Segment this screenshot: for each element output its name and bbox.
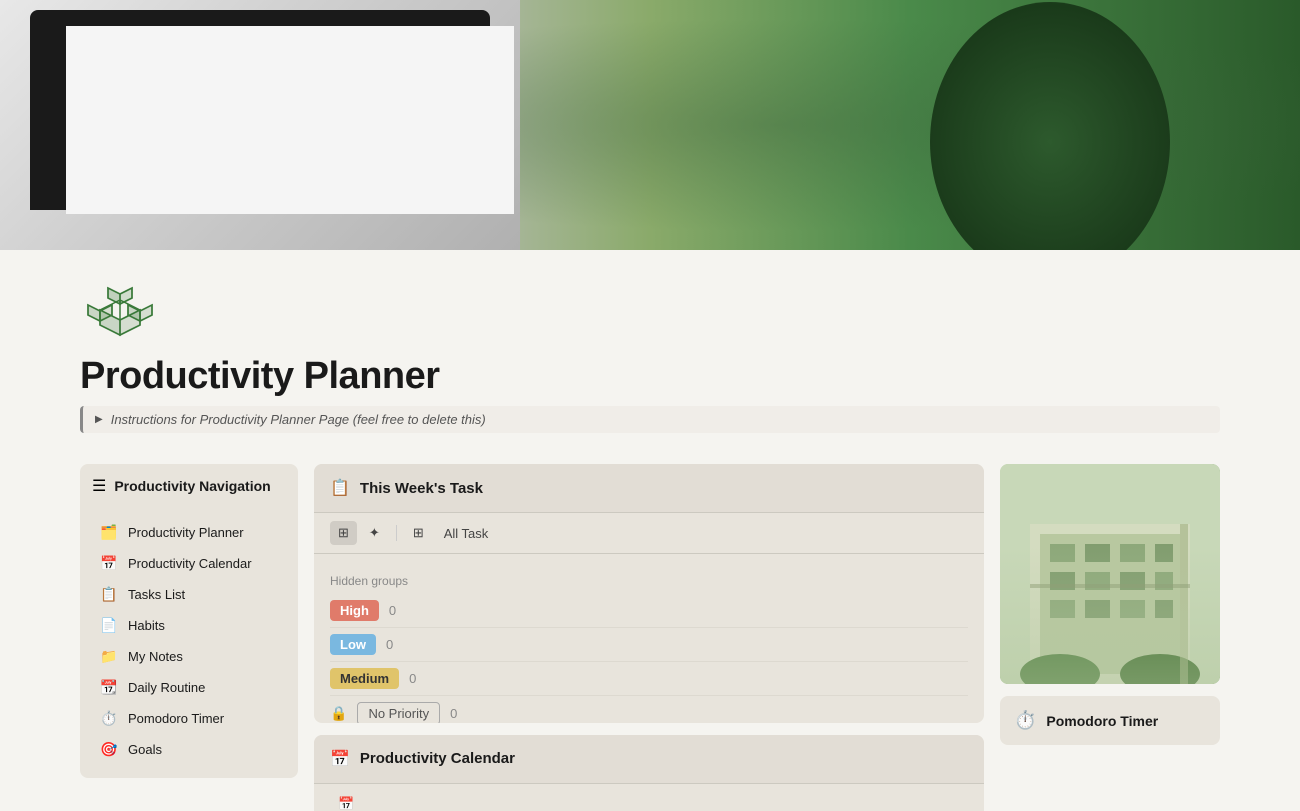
page-title: Productivity Planner — [80, 355, 1220, 398]
pomodoro-icon: ⏱️ — [100, 710, 118, 727]
calendar-toolbar: 📅 — [314, 784, 984, 811]
tasks-widget: 📋 This Week's Task ⊞ ✦ ⊞ All Task Hidden… — [314, 464, 984, 723]
priority-group-nopriority: 🔒 No Priority 0 — [330, 696, 968, 723]
tasks-widget-title: This Week's Task — [360, 480, 483, 497]
collapse-icon: ▶ — [95, 414, 103, 425]
calendar-widget-icon: 📅 — [330, 749, 350, 769]
tasks-icon: 📋 — [100, 586, 118, 603]
building-svg — [1000, 464, 1220, 684]
nav-header: ☰ Productivity Navigation — [92, 476, 286, 504]
instructions-bar[interactable]: ▶ Instructions for Productivity Planner … — [80, 406, 1220, 433]
calendar-widget: 📅 Productivity Calendar 📅 ‹ Today › Marc… — [314, 735, 984, 811]
hero-plant — [900, 0, 1200, 250]
nopriority-count: 0 — [450, 706, 457, 721]
sidebar-item-label: My Notes — [128, 649, 183, 664]
planner-icon: 🗂️ — [100, 524, 118, 541]
task-toolbar: ⊞ ✦ ⊞ All Task — [314, 513, 984, 554]
sidebar-item-label: Productivity Calendar — [128, 556, 252, 571]
laptop-screen — [30, 10, 490, 210]
lock-icon: 🔒 — [330, 705, 347, 722]
title-section: Productivity Planner ▶ Instructions for … — [0, 250, 1300, 448]
low-count: 0 — [386, 637, 393, 652]
tasks-widget-body: Hidden groups High 0 Low 0 Medium 0 — [314, 554, 984, 723]
grid-view-button[interactable]: ⊞ — [405, 521, 432, 545]
all-task-button[interactable]: All Task — [436, 522, 497, 545]
tasks-widget-header: 📋 This Week's Task — [314, 464, 984, 513]
logo-icon — [80, 270, 160, 350]
building-photo — [1000, 464, 1220, 684]
goals-icon: 🎯 — [100, 741, 118, 758]
instructions-text: Instructions for Productivity Planner Pa… — [111, 412, 486, 427]
pomodoro-mini-card[interactable]: ⏱️ Pomodoro Timer — [1000, 696, 1220, 745]
calendar-widget-title: Productivity Calendar — [360, 750, 515, 767]
sidebar-item-notes[interactable]: 📁 My Notes — [92, 642, 286, 671]
sidebar-item-goals[interactable]: 🎯 Goals — [92, 735, 286, 764]
sidebar-item-daily[interactable]: 📆 Daily Routine — [92, 673, 286, 702]
star-button[interactable]: ✦ — [361, 521, 388, 545]
nopriority-badge[interactable]: No Priority — [357, 702, 440, 723]
nav-header-title: Productivity Navigation — [114, 478, 270, 494]
toolbar-divider — [396, 525, 397, 541]
medium-badge[interactable]: Medium — [330, 668, 399, 689]
sidebar-item-label: Habits — [128, 618, 165, 633]
priority-group-medium: Medium 0 — [330, 662, 968, 696]
sidebar-item-label: Pomodoro Timer — [128, 711, 224, 726]
center-panel: 📋 This Week's Task ⊞ ✦ ⊞ All Task Hidden… — [314, 464, 984, 811]
sidebar-item-label: Daily Routine — [128, 680, 205, 695]
pomodoro-mini-icon: ⏱️ — [1014, 710, 1036, 731]
laptop-inner — [66, 26, 514, 214]
hero-laptop — [0, 0, 520, 250]
nav-panel: ☰ Productivity Navigation 🗂️ Productivit… — [80, 464, 298, 778]
medium-count: 0 — [409, 671, 416, 686]
daily-icon: 📆 — [100, 679, 118, 696]
high-badge[interactable]: High — [330, 600, 379, 621]
tasks-widget-icon: 📋 — [330, 478, 350, 498]
calendar-icon: 📅 — [100, 555, 118, 572]
calendar-view-button[interactable]: 📅 — [330, 792, 362, 811]
sidebar-item-habits[interactable]: 📄 Habits — [92, 611, 286, 640]
high-count: 0 — [389, 603, 396, 618]
all-task-label: All Task — [444, 526, 489, 541]
content-area: Productivity Planner ▶ Instructions for … — [0, 250, 1300, 811]
sidebar-item-label: Tasks List — [128, 587, 185, 602]
habits-icon: 📄 — [100, 617, 118, 634]
sidebar-item-label: Productivity Planner — [128, 525, 244, 540]
priority-group-low: Low 0 — [330, 628, 968, 662]
pomodoro-mini-title: Pomodoro Timer — [1046, 713, 1158, 729]
right-panel: ⏱️ Pomodoro Timer — [1000, 464, 1220, 811]
sidebar-item-pomodoro[interactable]: ⏱️ Pomodoro Timer — [92, 704, 286, 733]
sidebar-item-tasks[interactable]: 📋 Tasks List — [92, 580, 286, 609]
hero-banner — [0, 0, 1300, 250]
sidebar-item-calendar[interactable]: 📅 Productivity Calendar — [92, 549, 286, 578]
calendar-widget-header: 📅 Productivity Calendar — [314, 735, 984, 784]
main-layout: ☰ Productivity Navigation 🗂️ Productivit… — [0, 448, 1300, 811]
notes-icon: 📁 — [100, 648, 118, 665]
board-view-button[interactable]: ⊞ — [330, 521, 357, 545]
sidebar-item-planner[interactable]: 🗂️ Productivity Planner — [92, 518, 286, 547]
sidebar-item-label: Goals — [128, 742, 162, 757]
priority-group-high: High 0 — [330, 594, 968, 628]
low-badge[interactable]: Low — [330, 634, 376, 655]
nav-header-icon: ☰ — [92, 476, 106, 496]
hidden-groups-label: Hidden groups — [330, 566, 968, 594]
